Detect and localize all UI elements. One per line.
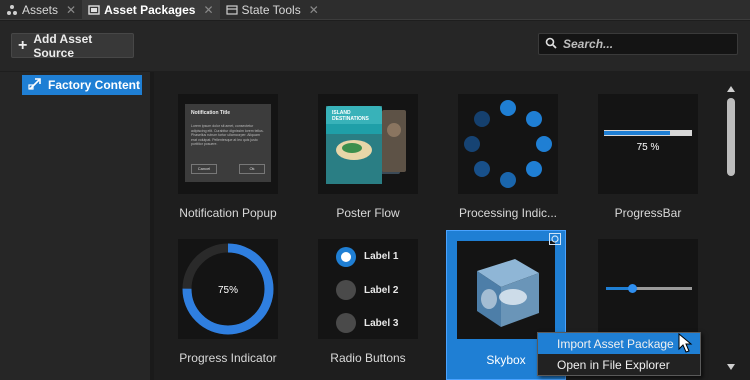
add-asset-source-label: Add Asset Source bbox=[33, 31, 93, 60]
toolbar: + Add Asset Source bbox=[0, 21, 750, 71]
search-icon bbox=[545, 37, 557, 52]
thumbnail-progress-indicator: 75% bbox=[178, 239, 278, 339]
scroll-up-icon[interactable] bbox=[727, 86, 735, 92]
preview-ok-button: Ok bbox=[239, 164, 265, 174]
source-label: Factory Content bbox=[48, 78, 141, 92]
package-label: Progress Indicator bbox=[179, 351, 277, 365]
context-menu: Import Asset Package Open in File Explor… bbox=[537, 332, 701, 376]
tab-state-tools[interactable]: State Tools ✕ bbox=[220, 0, 325, 20]
tab-label: Asset Packages bbox=[104, 3, 196, 17]
progress-ring-preview: 75% bbox=[182, 243, 274, 335]
tab-label: State Tools bbox=[241, 3, 301, 17]
asset-source-panel: Factory Content bbox=[0, 72, 150, 380]
skybox-cube-preview bbox=[477, 259, 539, 327]
progressbar-value: 75 % bbox=[636, 142, 660, 153]
radio-unselected bbox=[336, 313, 356, 333]
slider-knob bbox=[627, 284, 637, 293]
progressbar-fill bbox=[604, 131, 670, 135]
close-icon[interactable]: ✕ bbox=[203, 3, 213, 17]
scroll-down-icon[interactable] bbox=[727, 364, 735, 370]
radio-unselected bbox=[336, 280, 356, 300]
package-card-processing-indicator[interactable]: Processing Indic... bbox=[434, 72, 574, 220]
factory-content-icon bbox=[28, 77, 42, 94]
preview-title: Notification Title bbox=[191, 110, 231, 116]
package-card-progress-indicator[interactable]: 75% Progress Indicator bbox=[154, 217, 294, 365]
progressbar-track bbox=[604, 130, 692, 136]
thumbnail-processing-indicator bbox=[458, 94, 558, 194]
source-item-factory-content[interactable]: Factory Content bbox=[22, 75, 142, 95]
thumbnail-notification-popup: Notification Title Lorem ipsum dolor sit… bbox=[178, 94, 278, 194]
preview-body: Lorem ipsum dolor sit amet, consectetur … bbox=[191, 124, 264, 146]
radio-label: Label 1 bbox=[364, 251, 399, 262]
package-card-poster-flow[interactable]: ISLAND DESTINATIONS Poster Flow bbox=[294, 72, 434, 220]
thumbnail-skybox bbox=[457, 241, 555, 339]
notification-preview: Notification Title Lorem ipsum dolor sit… bbox=[185, 104, 271, 182]
package-label: Processing Indic... bbox=[458, 206, 558, 220]
plus-icon: + bbox=[18, 36, 28, 54]
tab-asset-packages[interactable]: Asset Packages ✕ bbox=[82, 0, 220, 20]
poster-flow-preview bbox=[326, 106, 406, 184]
close-icon[interactable]: ✕ bbox=[309, 3, 319, 17]
search-input[interactable] bbox=[563, 37, 723, 51]
radio-label: Label 3 bbox=[364, 318, 399, 329]
preview-cancel-button: Cancel bbox=[191, 164, 217, 174]
grid-scrollbar[interactable] bbox=[724, 82, 738, 380]
package-card-progressbar[interactable]: 75 % ProgressBar bbox=[574, 72, 714, 220]
thumbnail-progressbar: 75 % bbox=[598, 94, 698, 194]
menu-item-import-asset-package[interactable]: Import Asset Package bbox=[538, 333, 700, 354]
tab-label: Assets bbox=[22, 3, 59, 17]
package-card-notification-popup[interactable]: Notification Title Lorem ipsum dolor sit… bbox=[154, 72, 294, 220]
slider-track bbox=[606, 284, 692, 293]
processing-indicator-preview bbox=[464, 100, 552, 188]
search-box[interactable] bbox=[538, 33, 738, 55]
close-icon[interactable]: ✕ bbox=[66, 3, 76, 17]
poster-heading: ISLAND DESTINATIONS bbox=[332, 110, 369, 122]
add-asset-source-button[interactable]: + Add Asset Source bbox=[11, 31, 134, 60]
tab-bar: Assets ✕ Asset Packages ✕ State Tools ✕ bbox=[0, 0, 750, 20]
package-label: Radio Buttons bbox=[330, 351, 406, 365]
tab-assets[interactable]: Assets ✕ bbox=[0, 0, 82, 20]
scroll-thumb[interactable] bbox=[727, 98, 735, 176]
menu-item-open-in-file-explorer[interactable]: Open in File Explorer bbox=[538, 354, 700, 375]
asset-packages-icon bbox=[88, 4, 100, 16]
assets-icon bbox=[6, 4, 18, 16]
radio-label: Label 2 bbox=[364, 285, 399, 296]
radio-selected bbox=[336, 247, 356, 267]
thumbnail-radio-buttons: Label 1 Label 2 Label 3 bbox=[318, 239, 418, 339]
progress-ring-value: 75% bbox=[218, 285, 238, 296]
package-card-radio-buttons[interactable]: Label 1 Label 2 Label 3 Radio Buttons bbox=[294, 217, 434, 365]
state-tools-icon bbox=[225, 4, 238, 16]
thumbnail-poster-flow: ISLAND DESTINATIONS bbox=[318, 94, 418, 194]
import-badge-icon bbox=[549, 233, 561, 248]
thumbnail-slider bbox=[598, 239, 698, 339]
mouse-cursor-icon bbox=[678, 333, 693, 353]
